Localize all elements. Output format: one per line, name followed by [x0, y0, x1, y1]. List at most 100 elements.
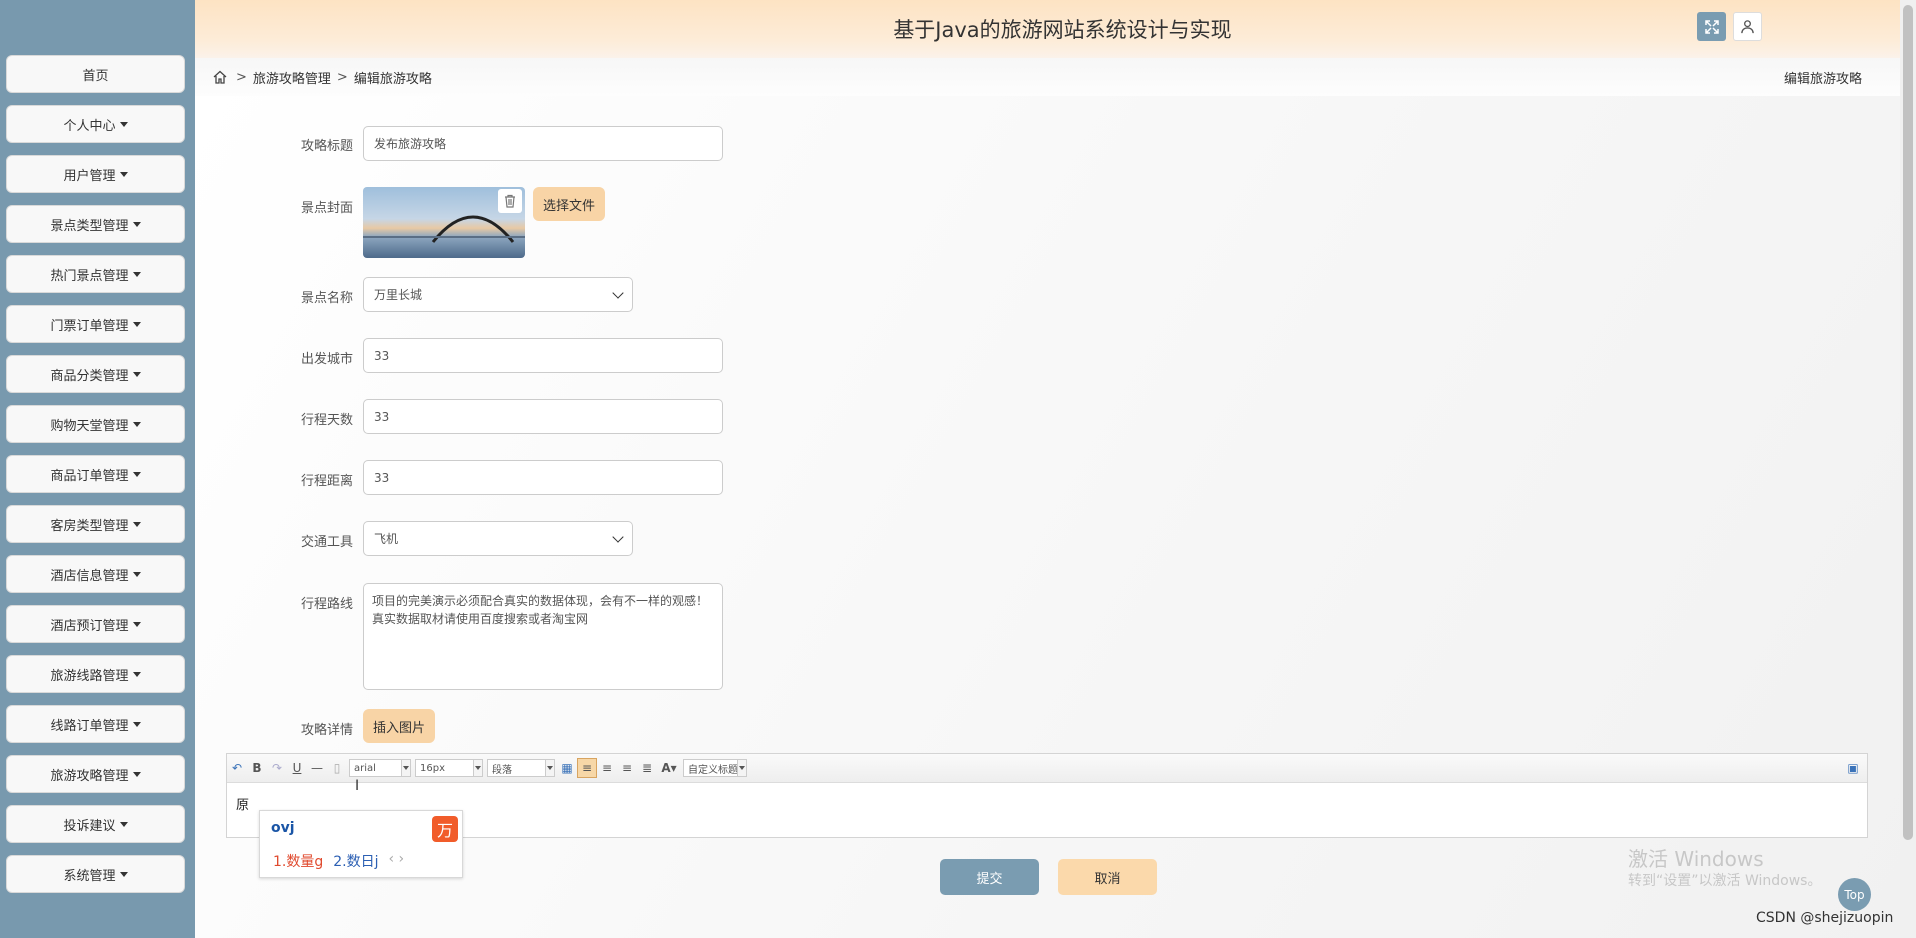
route-label: 行程路线	[300, 597, 353, 612]
align-center-icon[interactable]: ≡	[617, 758, 637, 778]
font-size-value: 16px	[420, 762, 445, 774]
text-cursor-icon: I	[355, 778, 360, 794]
distance-input[interactable]: 33	[363, 460, 723, 495]
user-button[interactable]	[1733, 12, 1762, 41]
sidebar-item[interactable]: 个人中心	[6, 105, 185, 143]
sidebar-item-label: 首页	[82, 68, 109, 84]
font-size-select[interactable]: 16px	[415, 759, 483, 777]
sidebar-item-label: 投诉建议	[63, 818, 116, 834]
ime-candidate-popup[interactable]: ovj 万 1.数量g 2.数日j ‹ ›	[259, 810, 463, 878]
sidebar-item[interactable]: 门票订单管理	[6, 305, 185, 343]
sidebar-item-label: 门票订单管理	[50, 318, 129, 334]
sidebar-item[interactable]: 景点类型管理	[6, 205, 185, 243]
font-family-value: arial	[354, 762, 376, 774]
header: 基于Java的旅游网站系统设计与实现	[195, 0, 1900, 58]
distance-label: 行程距离	[300, 474, 353, 489]
rich-text-editor[interactable]: ↶ B ↷ U — ▯ arial 16px 段落 ▦ ≡ ≡ ≡ ≣ A▾ 自…	[226, 753, 1868, 838]
breadcrumb-current: 编辑旅游攻略	[1783, 71, 1862, 87]
sidebar-item[interactable]: 首页	[6, 55, 185, 93]
editor-content[interactable]: 原	[236, 794, 249, 813]
chevron-down-icon	[612, 286, 624, 299]
sidebar-item[interactable]: 购物天堂管理	[6, 405, 185, 443]
sidebar-item-label: 客房类型管理	[50, 518, 129, 534]
days-input[interactable]: 33	[363, 399, 723, 434]
caret-down-icon	[132, 221, 141, 227]
custom-title-value: 自定义标题	[688, 764, 738, 776]
sidebar-item-label: 旅游线路管理	[50, 668, 129, 684]
days-label: 行程天数	[300, 413, 353, 428]
sidebar-item[interactable]: 商品分类管理	[6, 355, 185, 393]
cancel-button[interactable]: 取消	[1058, 859, 1157, 895]
caret-down-icon	[132, 321, 141, 327]
sidebar-item[interactable]: 系统管理	[6, 855, 185, 893]
back-to-top-button[interactable]: Top	[1838, 878, 1871, 911]
breadcrumb-level1[interactable]: 旅游攻略管理	[253, 68, 331, 87]
delete-image-button[interactable]	[498, 189, 522, 213]
sidebar-item[interactable]: 旅游攻略管理	[6, 755, 185, 793]
horizontal-rule-icon[interactable]: —	[307, 758, 327, 778]
custom-title-select[interactable]: 自定义标题	[683, 759, 747, 777]
city-input[interactable]: 33	[363, 338, 723, 373]
sidebar-item[interactable]: 商品订单管理	[6, 455, 185, 493]
sidebar-item-label: 景点类型管理	[50, 218, 129, 234]
sidebar-item-label: 酒店预订管理	[50, 618, 129, 634]
choose-file-button[interactable]: 选择文件	[533, 187, 605, 221]
transport-select[interactable]: 飞机	[363, 521, 633, 556]
sidebar-item-label: 个人中心	[63, 118, 116, 134]
caret-down-icon	[132, 721, 141, 727]
sidebar-item-label: 用户管理	[63, 168, 116, 184]
home-icon[interactable]	[212, 68, 230, 86]
bold-icon[interactable]: B	[247, 758, 267, 778]
align-left-icon[interactable]: ≡	[577, 758, 597, 778]
paste-icon[interactable]: ▯	[327, 758, 347, 778]
sidebar-item[interactable]: 热门景点管理	[6, 255, 185, 293]
underline-icon[interactable]: U	[287, 758, 307, 778]
caret-down-icon	[132, 371, 141, 377]
paragraph-value: 段落	[492, 764, 512, 776]
user-icon	[1741, 20, 1754, 34]
sidebar-item-label: 酒店信息管理	[50, 568, 129, 584]
page-scrollbar[interactable]	[1900, 0, 1916, 938]
ime-candidate-2[interactable]: 2.数日j	[333, 851, 378, 871]
sidebar-item[interactable]: 客房类型管理	[6, 505, 185, 543]
submit-button[interactable]: 提交	[940, 859, 1039, 895]
redo-icon[interactable]: ↷	[267, 758, 287, 778]
font-color-icon[interactable]: A▾	[657, 758, 681, 778]
paragraph-select[interactable]: 段落	[487, 759, 555, 777]
ime-page-arrows[interactable]: ‹ ›	[389, 851, 405, 871]
sidebar: 首页个人中心用户管理景点类型管理热门景点管理门票订单管理商品分类管理购物天堂管理…	[0, 0, 195, 938]
sidebar-item[interactable]: 线路订单管理	[6, 705, 185, 743]
sidebar-item-label: 购物天堂管理	[50, 418, 129, 434]
breadcrumb-separator: >	[236, 69, 247, 85]
sidebar-item[interactable]: 酒店信息管理	[6, 555, 185, 593]
city-label: 出发城市	[300, 352, 353, 367]
transport-select-value: 飞机	[374, 532, 399, 546]
ime-logo-icon: 万	[432, 816, 458, 842]
sidebar-item[interactable]: 用户管理	[6, 155, 185, 193]
caret-down-icon	[132, 771, 141, 777]
table-icon[interactable]: ▦	[557, 758, 577, 778]
spot-label: 景点名称	[300, 291, 353, 306]
caret-down-icon	[132, 521, 141, 527]
scrollbar-thumb[interactable]	[1903, 5, 1913, 840]
undo-icon[interactable]: ↶	[227, 758, 247, 778]
ime-candidate-1[interactable]: 1.数量g	[273, 851, 323, 871]
align-right-icon[interactable]: ≡	[597, 758, 617, 778]
insert-image-button[interactable]: 插入图片	[363, 709, 435, 743]
breadcrumb-separator: >	[336, 69, 348, 85]
route-textarea[interactable]: 项目的完美演示必须配合真实的数据体现，会有不一样的观感！真实数据取材请使用百度搜…	[363, 583, 723, 690]
fullscreen-button[interactable]	[1697, 12, 1726, 41]
source-view-icon[interactable]: ▣	[1843, 758, 1863, 778]
sidebar-item[interactable]: 酒店预订管理	[6, 605, 185, 643]
align-justify-icon[interactable]: ≣	[637, 758, 657, 778]
activate-windows-title: 激活 Windows	[1628, 847, 1764, 871]
page-title: 基于Java的旅游网站系统设计与实现	[893, 18, 1232, 42]
expand-icon	[1704, 19, 1719, 34]
title-input[interactable]: 发布旅游攻略	[363, 126, 723, 161]
spot-select[interactable]: 万里长城	[363, 277, 633, 312]
font-family-select[interactable]: arial	[349, 759, 411, 777]
sidebar-item[interactable]: 投诉建议	[6, 805, 185, 843]
sidebar-item[interactable]: 旅游线路管理	[6, 655, 185, 693]
watermark: CSDN @shejizuopin	[1756, 910, 1894, 926]
transport-label: 交通工具	[300, 535, 353, 550]
